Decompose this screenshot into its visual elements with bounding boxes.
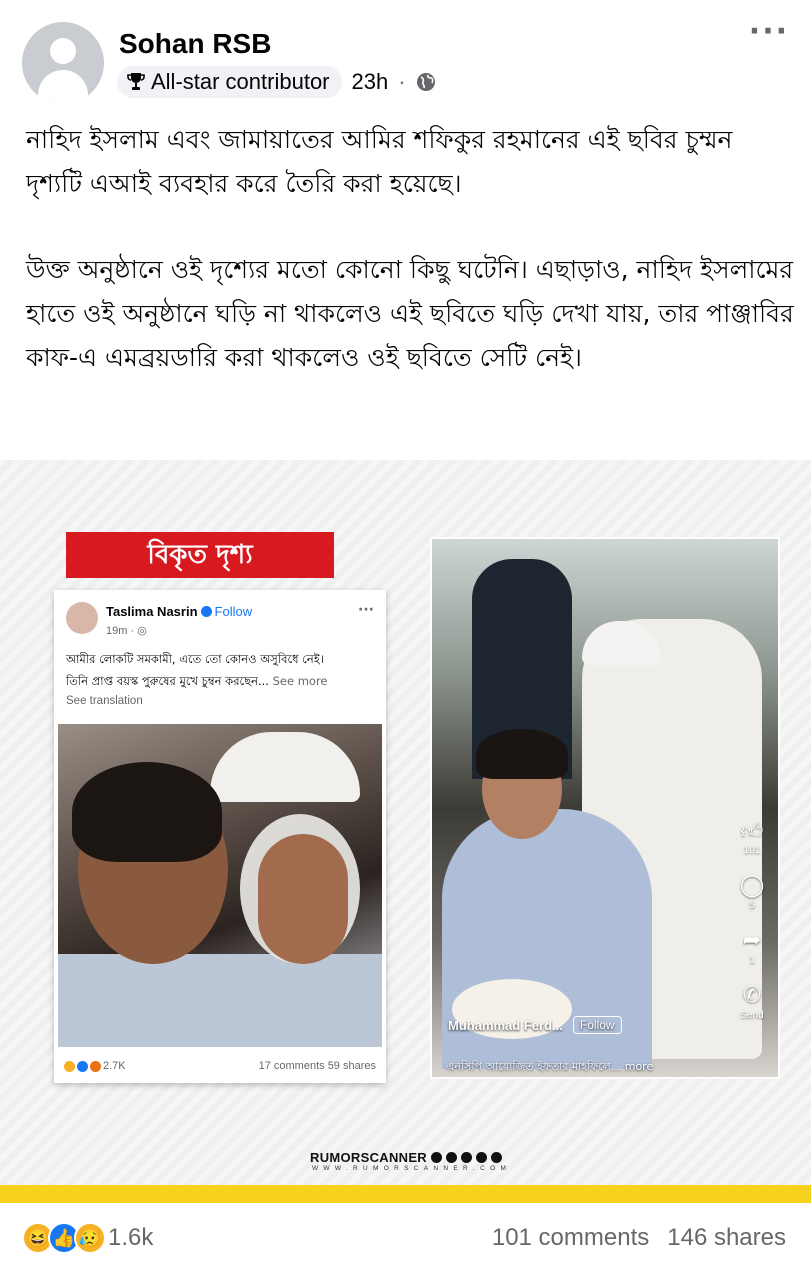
fb-footer: 2.7K 17 comments 59 shares <box>64 1060 376 1072</box>
reel-share-count: 1 <box>749 955 755 966</box>
post-time[interactable]: 23h <box>352 69 389 95</box>
fb-see-more: See more <box>268 674 328 688</box>
facebook-icon <box>431 1152 442 1163</box>
share-icon: ➦ <box>742 927 762 952</box>
fb-author-name: Taslima Nasrin <box>106 604 198 619</box>
youtube-icon <box>446 1152 457 1163</box>
comments-count[interactable]: 101 comments <box>492 1224 649 1252</box>
tiktok-icon <box>491 1152 502 1163</box>
reaction-count: 1.6k <box>108 1224 154 1251</box>
fb-reactions: 2.7K <box>64 1060 126 1072</box>
fb-text-line: আমীর লোকটি সমকামী, এতে তো কোনও অসুবিধে ন… <box>66 652 324 666</box>
more-options-icon[interactable]: ··· <box>749 17 789 47</box>
fb-follow-link: Follow <box>214 604 253 619</box>
distorted-scene-label: বিকৃত দৃশ্য <box>66 532 334 578</box>
fb-more-icon: ··· <box>358 602 374 618</box>
fb-stats: 17 comments 59 shares <box>258 1060 376 1072</box>
trophy-icon <box>127 73 145 90</box>
reel-comment-count: 5 <box>749 900 755 911</box>
fb-photo <box>58 724 382 1047</box>
fb-text-line: তিনি প্রাপ্ত বয়স্ক পুরুষের মুখে চুম্বন … <box>66 674 269 688</box>
x-icon <box>461 1152 472 1163</box>
reel-send-label: Send <box>740 1010 764 1021</box>
reel-author: Muhammad Ferd... <box>448 1017 563 1033</box>
post-body: নাহিদ ইসলাম এবং জামায়াতের আমির শফিকুর র… <box>26 118 796 422</box>
globe-icon <box>416 73 435 91</box>
brand-name: RUMORSCANNER <box>310 1150 427 1165</box>
angry-icon <box>90 1060 101 1072</box>
reel-actions: 👍︎ 101 ◯ 5 ➦ 1 ✆ Send <box>732 815 772 1029</box>
comment-icon: ◯ <box>739 872 765 897</box>
author-name[interactable]: Sohan RSB <box>119 28 271 60</box>
verified-icon <box>200 606 212 617</box>
badge-label: All-star contributor <box>151 69 330 94</box>
fb-see-translation: See translation <box>66 695 143 707</box>
haha-icon <box>64 1060 75 1072</box>
post-stats: 101 comments 146 shares <box>492 1224 786 1252</box>
shares-count[interactable]: 146 shares <box>667 1224 786 1252</box>
reel-author-row: Muhammad Ferd... Follow <box>448 1016 622 1034</box>
reel-caption: এনসিপি আয়োজিত ইফতার মাহফিলে... more <box>446 1060 654 1073</box>
fb-time: 19m · ◎ <box>106 625 147 637</box>
fb-avatar <box>66 602 98 634</box>
fb-author-row: Taslima Nasrin Follow <box>106 604 252 619</box>
meta-separator: · <box>398 69 406 94</box>
accent-bar <box>0 1185 811 1203</box>
instagram-icon <box>476 1152 487 1163</box>
rumorscanner-logo: RUMORSCANNER <box>310 1150 502 1165</box>
like-icon <box>77 1060 88 1072</box>
fb-reaction-count: 2.7K <box>103 1060 126 1072</box>
reaction-summary[interactable]: 😆 👍 😥 1.6k <box>22 1222 153 1254</box>
reel-like-count: 101 <box>743 845 761 856</box>
send-icon: ✆ <box>742 982 762 1007</box>
reel-follow: Follow <box>572 1016 622 1034</box>
embedded-fb-post: Taslima Nasrin Follow 19m · ◎ ··· আমীর লো… <box>54 590 386 1083</box>
fb-post-text: আমীর লোকটি সমকামী, এতে তো কোনও অসুবিধে ন… <box>66 648 378 692</box>
author-avatar[interactable] <box>22 22 104 104</box>
post-meta: All-star contributor 23h · <box>117 66 436 98</box>
thumbs-up-icon: 👍︎ <box>740 817 764 843</box>
sad-reaction-icon: 😥 <box>74 1222 106 1254</box>
contributor-badge[interactable]: All-star contributor <box>117 66 342 98</box>
fb-globe-icon: ◎ <box>137 625 147 637</box>
post-paragraph: নাহিদ ইসলাম এবং জামায়াতের আমির শফিকুর র… <box>26 125 733 198</box>
post-paragraph: উক্ত অনুষ্ঠানে ওই দৃশ্যের মতো কোনো কিছু … <box>26 255 794 372</box>
original-reel-photo <box>430 537 780 1079</box>
brand-url: WWW.RUMORSCANNER.COM <box>312 1165 512 1172</box>
